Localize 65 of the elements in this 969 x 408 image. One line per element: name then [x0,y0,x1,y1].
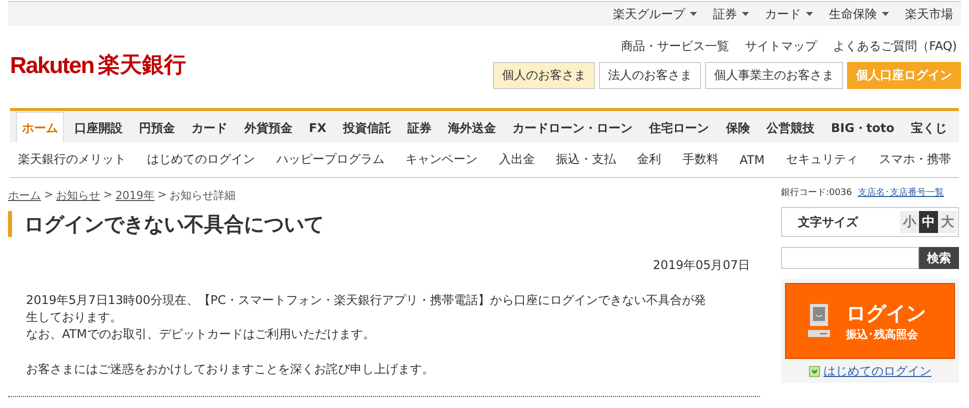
font-size-option[interactable]: 大 [938,211,957,233]
top-link[interactable]: 楽天市場 [905,6,953,22]
breadcrumb-current: お知らせ詳細 [170,188,236,203]
breadcrumb-separator: > [103,188,112,203]
nav-tab[interactable]: 海外送金 [442,112,502,142]
nav-tab[interactable]: 住宅ローン [643,112,716,142]
nav-tab[interactable]: 外貨預金 [238,112,298,142]
audience-button[interactable]: 法人のお客さま [599,62,701,89]
subnav-link[interactable]: 手数料 [682,151,718,168]
body-text: 2019年5月7日13時00分現在、【PC・スマートフォン・楽天銀行アプリ・携帯電話】から口座にログインできない不具合が発生しております。 [26,292,707,326]
caret-icon [882,12,889,16]
subnav-link[interactable]: キャンペーン [406,151,478,168]
nav-tab[interactable]: 円預金 [133,112,182,142]
subnav-link[interactable]: スマホ・携帯 [879,151,951,168]
nav-tab[interactable]: 口座開設 [68,112,129,142]
utility-link[interactable]: よくあるご質問（FAQ) [833,38,957,55]
breadcrumb-link[interactable]: お知らせ [56,188,100,203]
beginner-mark-icon [808,366,820,376]
subnav-link[interactable]: 楽天銀行のメリット [18,151,126,168]
logo-wordmark[interactable]: Rakuten [10,52,94,78]
page-heading: ログインできない不具合について [8,211,760,237]
nav-tab[interactable]: 証券 [402,112,438,142]
nav-tab[interactable]: 公営競技 [760,112,820,142]
search-field[interactable] [781,247,919,269]
font-size-label: 文字サイズ [798,214,858,230]
top-link[interactable]: カード [765,6,813,22]
body-text: お客さまにはご迷惑をおかけしておりますことを深くお詫び申し上げます。 [26,361,435,378]
nav-tab[interactable]: BIG・toto [824,112,900,142]
nav-tab[interactable]: カード [186,112,234,142]
post-date: 2019年05月07日 [652,257,751,274]
subnav-link[interactable]: はじめてのログイン [147,151,256,168]
subnav-link[interactable]: 金利 [637,151,662,168]
search-button[interactable]: 検索 [919,247,959,269]
top-link[interactable]: 楽天グループ [613,6,697,22]
breadcrumb-separator: > [157,188,167,203]
font-size-option[interactable]: 小 [900,211,919,233]
caret-icon [806,12,813,16]
nav-tab[interactable]: 宝くじ [904,112,953,142]
branch-list-link[interactable]: 支店名･支店番号一覧 [858,186,944,199]
logo-bank-name[interactable]: 楽天銀行 [98,50,186,80]
nav-tab[interactable]: FX [302,112,332,142]
audience-button[interactable]: 個人のお客さま [493,62,595,89]
breadcrumb-link[interactable]: 2019年 [115,188,154,203]
nav-tab[interactable]: カードローン・ローン [506,112,639,142]
utility-link[interactable]: 商品・サービス一覧 [621,38,730,55]
utility-link[interactable]: サイトマップ [745,38,818,55]
subnav-link[interactable]: ATM [740,152,765,166]
font-size-option[interactable]: 中 [919,211,938,233]
caret-icon [690,12,697,16]
subnav-link[interactable]: セキュリティ [786,151,858,168]
subnav-link[interactable]: 入出金 [498,151,535,168]
computer-icon [808,304,830,338]
top-link[interactable]: 生命保険 [829,6,889,22]
subnav-link[interactable]: 振込・支払 [556,151,616,168]
caret-icon [742,12,749,16]
audience-button[interactable]: 個人事業主のお客さま [705,62,843,89]
subnav-link[interactable]: ハッピープログラム [276,151,384,168]
nav-tab[interactable]: 投資信託 [336,112,397,142]
nav-tab[interactable]: 保険 [720,112,756,142]
breadcrumb-separator: > [44,188,54,203]
breadcrumb-link[interactable]: ホーム [8,188,41,203]
body-text: なお、ATMでのお取引、デビットカードはご利用いただけます。 [26,326,376,343]
first-login-link[interactable]: はじめてのログイン [824,362,932,380]
bank-code: 銀行コード:0036 [781,187,852,199]
top-link[interactable]: 証券 [713,6,749,22]
